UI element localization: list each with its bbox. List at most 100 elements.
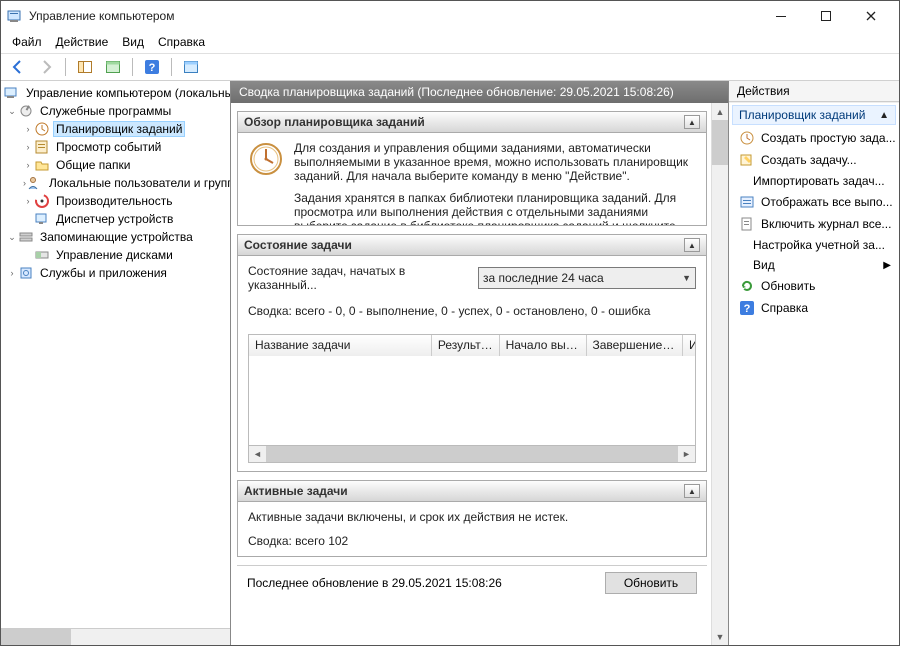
tree-view[interactable]: Управление компьютером (локальным ⌄Служе… xyxy=(1,81,230,628)
action-at-account[interactable]: Настройка учетной за... xyxy=(729,235,899,255)
overview-header[interactable]: Обзор планировщика заданий▲ xyxy=(238,112,706,133)
collapse-button[interactable]: ▲ xyxy=(684,484,700,498)
show-hide-action-button[interactable] xyxy=(102,56,124,78)
tree-performance[interactable]: ›Производительность xyxy=(3,192,230,210)
collapse-icon[interactable]: ▲ xyxy=(879,110,889,121)
clock-icon xyxy=(34,121,50,137)
tree-shared-folders[interactable]: ›Общие папки xyxy=(3,156,230,174)
collapse-icon[interactable]: ⌄ xyxy=(7,232,17,243)
back-button[interactable] xyxy=(7,56,29,78)
tree-task-scheduler[interactable]: ›Планировщик заданий xyxy=(3,120,230,138)
actions-header: Действия xyxy=(729,81,899,102)
active-summary: Сводка: всего 102 xyxy=(248,534,696,548)
col-start[interactable]: Начало выпо... xyxy=(500,335,587,356)
titlebar[interactable]: Управление компьютером xyxy=(1,1,899,31)
device-manager-icon xyxy=(34,211,50,227)
expand-icon[interactable]: › xyxy=(23,196,33,206)
col-end[interactable]: Завершение в... xyxy=(587,335,684,356)
status-table-header[interactable]: Название задачи Результат... Начало выпо… xyxy=(248,334,696,356)
scroll-up-icon[interactable]: ▲ xyxy=(712,103,728,120)
overview-p1: Для создания и управления общими задания… xyxy=(294,141,696,183)
chevron-right-icon: ▶ xyxy=(883,260,891,271)
details-vscrollbar[interactable]: ▲ ▼ xyxy=(711,103,728,645)
svg-text:?: ? xyxy=(744,303,751,315)
col-i[interactable]: И xyxy=(683,335,695,356)
action-enable-log[interactable]: Включить журнал все... xyxy=(729,213,899,235)
collapse-button[interactable]: ▲ xyxy=(684,115,700,129)
tree-hscrollbar[interactable] xyxy=(1,628,230,645)
col-result[interactable]: Результат... xyxy=(432,335,500,356)
properties-button[interactable] xyxy=(180,56,202,78)
tree-system-tools[interactable]: ⌄Служебные программы xyxy=(3,102,230,120)
tree-services-apps[interactable]: ›Службы и приложения xyxy=(3,264,230,282)
disk-mgmt-icon xyxy=(34,247,50,263)
help-button[interactable]: ? xyxy=(141,56,163,78)
create-task-icon xyxy=(739,152,755,168)
col-name[interactable]: Название задачи xyxy=(249,335,432,356)
navigation-pane: Управление компьютером (локальным ⌄Служе… xyxy=(1,81,231,645)
window-controls xyxy=(758,1,893,31)
toolbar: ? xyxy=(1,53,899,81)
menu-help[interactable]: Справка xyxy=(152,33,211,51)
app-window: Управление компьютером Файл Действие Вид… xyxy=(0,0,900,646)
maximize-button[interactable] xyxy=(803,1,848,31)
action-refresh[interactable]: Обновить xyxy=(729,275,899,297)
refresh-button[interactable]: Обновить xyxy=(605,572,697,594)
tree-root[interactable]: Управление компьютером (локальным xyxy=(3,84,230,102)
show-hide-tree-button[interactable] xyxy=(74,56,96,78)
action-create-task[interactable]: Создать задачу... xyxy=(729,149,899,171)
expand-icon[interactable]: › xyxy=(23,124,33,134)
help-icon: ? xyxy=(739,300,755,316)
window-title: Управление компьютером xyxy=(29,9,758,23)
content-area: Управление компьютером (локальным ⌄Служе… xyxy=(1,81,899,645)
menu-action[interactable]: Действие xyxy=(50,33,115,51)
tree-local-users[interactable]: ›Локальные пользователи и группы xyxy=(3,174,230,192)
action-create-basic-task[interactable]: Создать простую зада... xyxy=(729,127,899,149)
period-combobox[interactable]: за последние 24 часа▼ xyxy=(478,267,696,289)
expand-icon[interactable]: › xyxy=(23,160,33,170)
svg-text:?: ? xyxy=(149,62,156,74)
action-show-running[interactable]: Отображать все выпо... xyxy=(729,191,899,213)
collapse-button[interactable]: ▲ xyxy=(684,238,700,252)
menu-file[interactable]: Файл xyxy=(6,33,48,51)
last-update-label: Последнее обновление в 29.05.2021 15:08:… xyxy=(247,576,502,590)
action-import-task[interactable]: Импортировать задач... xyxy=(729,171,899,191)
footer-bar: Последнее обновление в 29.05.2021 15:08:… xyxy=(237,565,707,600)
minimize-button[interactable] xyxy=(758,1,803,31)
actions-subheader[interactable]: Планировщик заданий▲ xyxy=(732,105,896,125)
toolbar-sep3 xyxy=(171,58,172,76)
collapse-icon[interactable]: ⌄ xyxy=(7,106,17,117)
chevron-down-icon: ▼ xyxy=(682,273,691,283)
forward-button[interactable] xyxy=(35,56,57,78)
status-table-body[interactable] xyxy=(248,356,696,446)
users-icon xyxy=(27,175,43,191)
services-icon xyxy=(18,265,34,281)
overview-section: Обзор планировщика заданий▲ Для создания… xyxy=(237,111,707,226)
computer-mgmt-icon xyxy=(4,85,20,101)
action-help[interactable]: ?Справка xyxy=(729,297,899,319)
details-pane: Сводка планировщика заданий (Последнее о… xyxy=(231,81,729,645)
active-desc: Активные задачи включены, и срок их дейс… xyxy=(248,510,696,524)
action-view[interactable]: Вид▶ xyxy=(729,255,899,275)
close-button[interactable] xyxy=(848,1,893,31)
tree-event-viewer[interactable]: ›Просмотр событий xyxy=(3,138,230,156)
tree-device-manager[interactable]: Диспетчер устройств xyxy=(3,210,230,228)
menu-view[interactable]: Вид xyxy=(116,33,150,51)
menubar: Файл Действие Вид Справка xyxy=(1,31,899,53)
expand-icon[interactable]: › xyxy=(7,268,17,278)
expand-icon[interactable]: › xyxy=(23,178,26,188)
tree-storage[interactable]: ⌄Запоминающие устройства xyxy=(3,228,230,246)
status-table-hscroll[interactable]: ◄► xyxy=(248,446,696,463)
toolbar-sep xyxy=(65,58,66,76)
task-status-section: Состояние задачи▲ Состояние задач, начат… xyxy=(237,234,707,472)
expand-icon[interactable]: › xyxy=(23,142,33,152)
toolbar-sep2 xyxy=(132,58,133,76)
tree-disk-management[interactable]: Управление дисками xyxy=(3,246,230,264)
task-status-header[interactable]: Состояние задачи▲ xyxy=(238,235,706,256)
enable-log-icon xyxy=(739,216,755,232)
active-tasks-header[interactable]: Активные задачи▲ xyxy=(238,481,706,502)
performance-icon xyxy=(34,193,50,209)
tools-icon xyxy=(18,103,34,119)
scroll-down-icon[interactable]: ▼ xyxy=(712,628,728,645)
refresh-icon xyxy=(739,278,755,294)
